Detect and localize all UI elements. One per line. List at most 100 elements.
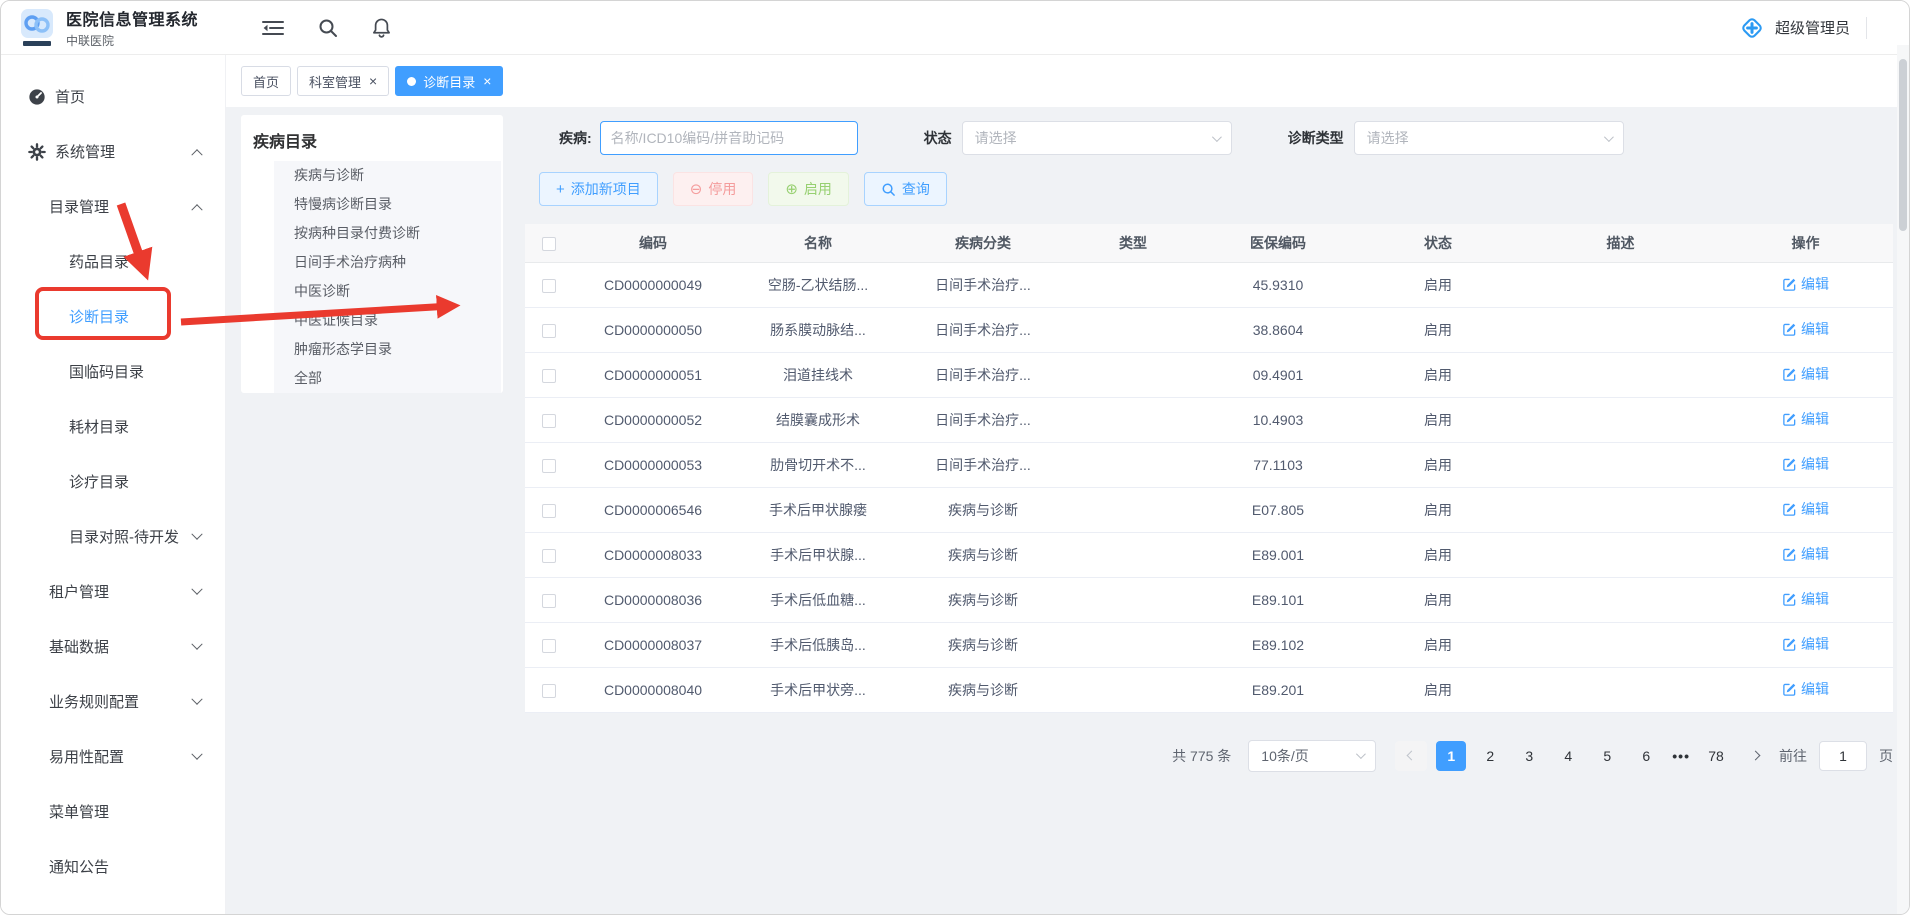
edit-label: 编辑 [1801,274,1829,294]
table-row: CD0000000050 肠系膜动脉结... 日间手术治疗... 38.8604… [525,307,1893,352]
disable-button[interactable]: ⊖ 停用 [673,172,754,206]
close-icon[interactable]: × [369,74,377,88]
sidebar-item-tenant-mgmt[interactable]: 租户管理 [1,564,225,619]
edit-link[interactable]: 编辑 [1782,409,1829,429]
page-size-value: 10条/页 [1261,746,1308,766]
chevron-down-icon [191,638,202,649]
circle-plus-icon: ⊕ [785,182,798,197]
catalog-item-tcm-syndrome[interactable]: 中医证候目录 [274,306,501,335]
chevron-down-icon [191,528,202,539]
sidebar-item-catalog-compare[interactable]: 目录对照-待开发 [1,509,225,564]
scrollbar-thumb[interactable] [1899,59,1907,231]
bell-icon[interactable] [372,17,391,38]
add-item-button[interactable]: + 添加新项目 [539,172,658,206]
query-button[interactable]: 查询 [864,172,947,206]
cell-name: 结膜囊成形术 [733,397,903,442]
catalog-item-tcm-diagnosis[interactable]: 中医诊断 [274,277,501,306]
sidebar-item-home[interactable]: 首页 [1,69,225,124]
row-checkbox[interactable] [542,549,556,563]
close-icon[interactable]: × [483,74,491,88]
catalog-item-pay-by-disease[interactable]: 按病种目录付费诊断 [274,219,501,248]
page-size-select[interactable]: 10条/页 [1248,740,1376,772]
disease-search-input[interactable] [600,121,858,155]
catalog-item-day-surgery[interactable]: 日间手术治疗病种 [274,248,501,277]
page-button[interactable]: 4 [1553,741,1583,771]
catalog-item-chronic[interactable]: 特慢病诊断目录 [274,190,501,219]
edit-label: 编辑 [1801,679,1829,699]
page-button[interactable]: 6 [1631,741,1661,771]
row-checkbox[interactable] [542,639,556,653]
edit-link[interactable]: 编辑 [1782,544,1829,564]
edit-link[interactable]: 编辑 [1782,634,1829,654]
edit-link[interactable]: 编辑 [1782,589,1829,609]
sidebar-item-notice[interactable]: 通知公告 [1,839,225,894]
edit-link[interactable]: 编辑 [1782,499,1829,519]
sidebar-item-usability-config[interactable]: 易用性配置 [1,729,225,784]
row-checkbox[interactable] [542,504,556,518]
tab-department-mgmt[interactable]: 科室管理 × [297,66,389,96]
search-icon[interactable] [318,18,338,38]
sidebar-item-treatment-catalog[interactable]: 诊疗目录 [1,454,225,509]
prev-page-button[interactable] [1395,741,1427,771]
collapse-menu-icon[interactable] [262,19,284,37]
sidebar-item-diagnosis-catalog[interactable]: 诊断目录 [1,289,225,344]
sidebar-item-drug-catalog[interactable]: 药品目录 [1,234,225,289]
sidebar-item-catalog-mgmt[interactable]: 目录管理 [1,179,225,234]
sidebar-item-label: 易用性配置 [49,746,124,767]
edit-link[interactable]: 编辑 [1782,319,1829,339]
cell-code: CD0000000050 [573,307,733,352]
edit-label: 编辑 [1801,589,1829,609]
cell-status: 启用 [1353,622,1523,667]
tab-diagnosis-catalog[interactable]: 诊断目录 × [395,66,503,96]
cell-status: 启用 [1353,487,1523,532]
cell-name: 手术后甲状旁... [733,667,903,712]
sidebar-item-system[interactable]: 系统管理 [1,124,225,179]
catalog-item-disease-diagnosis[interactable]: 疾病与诊断 [274,161,501,190]
select-all-checkbox[interactable] [542,237,556,251]
filter-row: 疾病: 状态 请选择 诊断类型 请选择 [525,121,1893,155]
row-checkbox[interactable] [542,594,556,608]
edit-label: 编辑 [1801,544,1829,564]
page-button[interactable]: 2 [1475,741,1505,771]
cell-description [1523,487,1718,532]
cell-status: 启用 [1353,442,1523,487]
sidebar-item-national-code-catalog[interactable]: 国临码目录 [1,344,225,399]
sidebar-item-menu-mgmt[interactable]: 菜单管理 [1,784,225,839]
more-pages-icon[interactable]: ••• [1670,748,1692,764]
page-button-last[interactable]: 78 [1701,741,1731,771]
row-checkbox[interactable] [542,324,556,338]
edit-link[interactable]: 编辑 [1782,679,1829,699]
content-area: 疾病目录 疾病与诊断 特慢病诊断目录 按病种目录付费诊断 日间手术治疗病种 中医… [226,107,1909,914]
edit-link[interactable]: 编辑 [1782,274,1829,294]
diagnosis-type-select[interactable]: 请选择 [1354,121,1624,155]
cell-category: 日间手术治疗... [903,352,1063,397]
status-select[interactable]: 请选择 [962,121,1232,155]
catalog-item-tumor-morphology[interactable]: 肿瘤形态学目录 [274,335,501,364]
catalog-item-all[interactable]: 全部 [274,364,501,393]
sidebar-item-consumables-catalog[interactable]: 耗材目录 [1,399,225,454]
row-checkbox[interactable] [542,414,556,428]
row-checkbox[interactable] [542,369,556,383]
next-page-button[interactable] [1740,741,1770,771]
edit-link[interactable]: 编辑 [1782,364,1829,384]
cell-status: 启用 [1353,397,1523,442]
page-button[interactable]: 3 [1514,741,1544,771]
row-checkbox[interactable] [542,279,556,293]
sidebar-item-basic-data[interactable]: 基础数据 [1,619,225,674]
page-button-current[interactable]: 1 [1436,741,1466,771]
page-button[interactable]: 5 [1592,741,1622,771]
enable-button[interactable]: ⊕ 启用 [768,172,849,206]
row-checkbox[interactable] [542,684,556,698]
tab-bar: 首页 科室管理 × 诊断目录 × [226,55,1909,107]
edit-link[interactable]: 编辑 [1782,454,1829,474]
user-menu[interactable]: 超级管理员 [1738,14,1850,42]
goto-page-input[interactable] [1819,741,1867,771]
row-checkbox[interactable] [542,459,556,473]
edit-icon [1782,502,1797,517]
cell-insurance: 45.9310 [1203,262,1353,307]
tab-label: 科室管理 [309,72,361,91]
edit-label: 编辑 [1801,364,1829,384]
scrollbar-track[interactable] [1897,45,1909,914]
sidebar-item-business-rules[interactable]: 业务规则配置 [1,674,225,729]
tab-home[interactable]: 首页 [241,66,291,96]
